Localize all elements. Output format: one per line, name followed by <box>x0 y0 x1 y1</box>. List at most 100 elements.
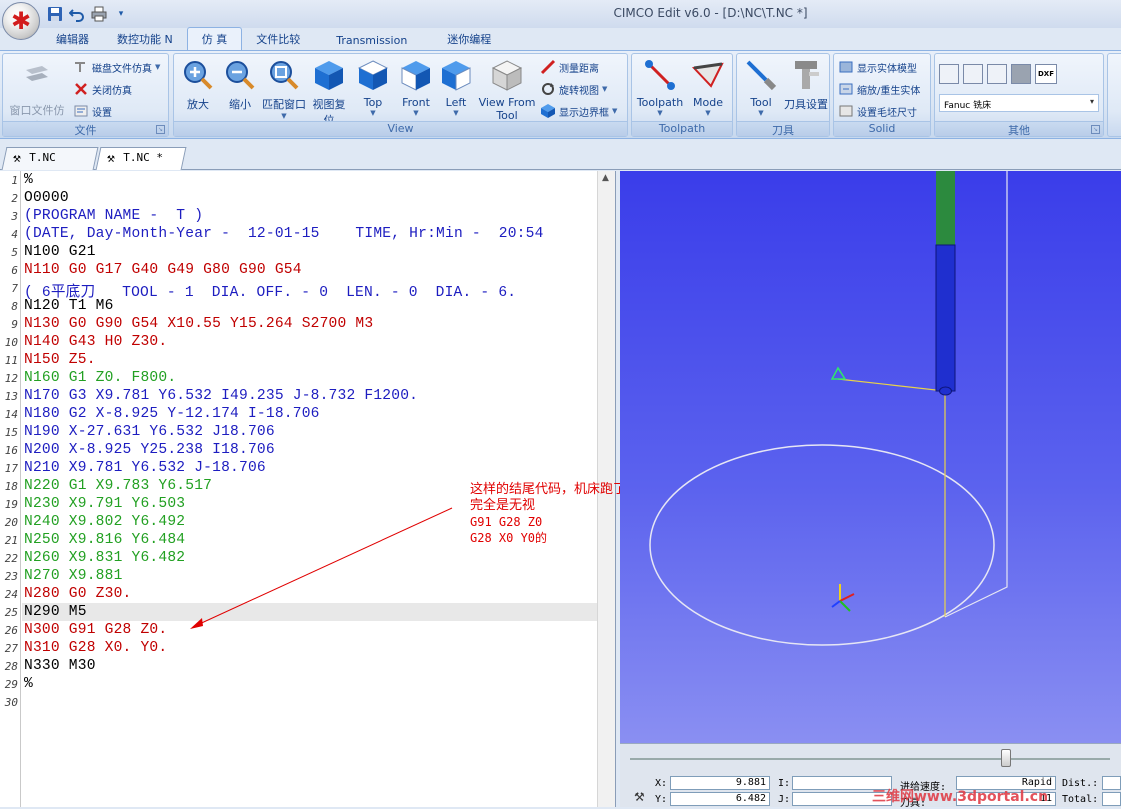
zoom-in-button[interactable]: 放大 <box>178 58 218 112</box>
export-icon[interactable] <box>939 64 959 84</box>
code-line[interactable]: N100 G21 <box>24 244 96 260</box>
view-front-button[interactable]: Front ▼ <box>396 58 436 117</box>
code-line[interactable]: (PROGRAM NAME - T ) <box>24 208 203 224</box>
show-solid-button[interactable]: 显示实体模型 <box>838 58 917 76</box>
code-line[interactable]: (DATE, Day-Month-Year - 12-01-15 TIME, H… <box>24 226 544 242</box>
tab-transmission[interactable]: Transmission <box>314 31 421 50</box>
fit-window-button[interactable]: 匹配窗口 ▼ <box>260 58 308 120</box>
view-top-button[interactable]: Top ▼ <box>354 58 392 117</box>
tool-button[interactable]: Tool ▼ <box>739 58 783 117</box>
dropdown-arrow-icon: ▼ <box>155 63 161 71</box>
tab-file-compare[interactable]: 文件比较 <box>242 28 314 50</box>
code-line[interactable]: N260 X9.831 Y6.482 <box>24 550 185 566</box>
tab-simulation[interactable]: 仿 真 <box>186 27 243 50</box>
code-line[interactable]: N150 Z5. <box>24 352 96 368</box>
stock-icon <box>838 103 854 119</box>
total-field <box>1102 792 1121 806</box>
ribbon-tab-strip: 编辑器 数控功能 N 仿 真 文件比较 Transmission 迷你编程 <box>40 27 505 50</box>
view-left-button[interactable]: Left ▼ <box>438 58 474 117</box>
measure-distance-button[interactable]: 测量距离 <box>540 58 599 76</box>
document-tab-strip: ⚒ T.NC ⚒ T.NC * <box>0 140 1121 170</box>
toolpath-button[interactable]: Toolpath ▼ <box>634 58 686 117</box>
code-line[interactable]: N130 G0 G90 G54 X10.55 Y15.264 S2700 M3 <box>24 316 373 332</box>
code-line[interactable]: N110 G0 G17 G40 G49 G80 G90 G54 <box>24 262 302 278</box>
solid-model-icon <box>838 59 854 75</box>
copy-view-icon[interactable] <box>963 64 983 84</box>
code-line[interactable]: N230 X9.791 Y6.503 <box>24 496 185 512</box>
zoom-regen-button[interactable]: 缩放/重生实体 <box>838 80 920 98</box>
tab-nc-functions[interactable]: 数控功能 N <box>103 28 187 50</box>
code-line[interactable]: % <box>24 172 33 188</box>
ribbon: 窗口文件仿真 磁盘文件仿真▼ 关闭仿真 设置 文件 ↘ 放大 缩小 匹配窗口 <box>0 50 1121 139</box>
line-number: 3 <box>11 210 18 223</box>
line-number: 17 <box>4 462 18 475</box>
code-line[interactable]: N180 G2 X-8.925 Y-12.174 I-18.706 <box>24 406 320 422</box>
tool-holder <box>936 171 955 245</box>
site-watermark: 三维网www.3dportal.cn <box>872 789 1049 805</box>
view-from-tool-button[interactable]: View From Tool <box>476 58 538 122</box>
code-line[interactable]: N270 X9.881 <box>24 568 123 584</box>
code-line[interactable]: N290 M5 <box>24 604 87 620</box>
regen-icon <box>838 81 854 97</box>
code-line[interactable]: N310 G28 X0. Y0. <box>24 640 167 656</box>
disk-file-sim-button[interactable]: 磁盘文件仿真 ▼ <box>73 58 160 76</box>
code-line[interactable]: N240 X9.802 Y6.492 <box>24 514 185 530</box>
close-sim-button[interactable]: 关闭仿真 <box>73 80 132 98</box>
line-number: 24 <box>4 588 18 601</box>
cube-top-icon <box>356 58 390 92</box>
show-bounds-button[interactable]: 显示边界框 ▼ <box>540 102 617 120</box>
scroll-up-icon[interactable]: ▲ <box>602 173 609 183</box>
code-line[interactable]: N220 G1 X9.783 Y6.517 <box>24 478 212 494</box>
code-line[interactable]: O0000 <box>24 190 69 206</box>
dialog-launcher-icon[interactable]: ↘ <box>156 125 165 134</box>
cube-left-icon <box>439 58 473 92</box>
view-reset-button[interactable]: 视图复位 <box>308 58 350 128</box>
dropdown-arrow-icon: ▼ <box>370 109 376 117</box>
code-line[interactable]: N280 G0 Z30. <box>24 586 132 602</box>
code-line[interactable]: % <box>24 676 33 692</box>
rotate-view-button[interactable]: 旋转视图 ▼ <box>540 80 607 98</box>
x-coordinate-field: 9.881 <box>670 776 770 790</box>
dropdown-arrow-icon: ▼ <box>281 112 287 120</box>
code-line[interactable]: N170 G3 X9.781 Y6.532 I49.235 J-8.732 F1… <box>24 388 418 404</box>
mode-button[interactable]: Mode ▼ <box>686 58 730 117</box>
tab-editor[interactable]: 编辑器 <box>42 28 103 50</box>
dropdown-arrow-icon: ▼ <box>657 109 663 117</box>
chevron-down-icon: ▾ <box>1089 97 1094 106</box>
page-icon[interactable] <box>987 64 1007 84</box>
tab-mini-programming[interactable]: 迷你编程 <box>421 28 505 50</box>
code-line[interactable]: N210 X9.781 Y6.532 J-18.706 <box>24 460 266 476</box>
stock-size-button[interactable]: 设置毛坯尺寸 <box>838 102 917 120</box>
group-label-view: View <box>174 121 627 136</box>
code-line[interactable]: N300 G91 G28 Z0. <box>24 622 167 638</box>
code-line[interactable]: N330 M30 <box>24 658 96 674</box>
dialog-launcher-icon[interactable]: ↘ <box>1091 125 1100 134</box>
tool-settings-button[interactable]: 刀具设置 <box>783 58 829 112</box>
ruler-icon <box>540 59 556 75</box>
code-line[interactable]: N160 G1 Z0. F800. <box>24 370 176 386</box>
simulation-3d-view[interactable] <box>620 171 1121 743</box>
toolpath-line <box>837 378 946 617</box>
sim-progress-slider[interactable] <box>1001 749 1011 767</box>
sim-progress-track[interactable] <box>630 758 1110 760</box>
group-other: DXF Fanuc 铣床 ▾ 其他 ↘ <box>934 53 1104 137</box>
line-number: 28 <box>4 660 18 673</box>
line-number: 23 <box>4 570 18 583</box>
disk-sim-icon <box>73 59 89 75</box>
application-menu-button[interactable]: ✱ <box>2 2 40 40</box>
line-number: 14 <box>4 408 18 421</box>
dropdown-arrow-icon: ▼ <box>602 85 608 93</box>
doc-tab-t-nc[interactable]: ⚒ T.NC <box>1 147 99 170</box>
sim-settings-button[interactable]: 设置 <box>73 102 112 120</box>
machine-select[interactable]: Fanuc 铣床 ▾ <box>939 94 1099 112</box>
code-line[interactable]: N140 G43 H0 Z30. <box>24 334 167 350</box>
code-line[interactable]: N120 T1 M6 <box>24 298 114 314</box>
zoom-out-button[interactable]: 缩小 <box>220 58 260 112</box>
code-line[interactable]: N200 X-8.925 Y25.238 I18.706 <box>24 442 275 458</box>
dxf-icon[interactable]: DXF <box>1035 64 1057 84</box>
doc-tab-t-nc-modified[interactable]: ⚒ T.NC * <box>95 147 187 170</box>
line-number: 7 <box>11 282 18 295</box>
grid-icon[interactable] <box>1011 64 1031 84</box>
code-line[interactable]: N190 X-27.631 Y6.532 J18.706 <box>24 424 275 440</box>
code-line[interactable]: N250 X9.816 Y6.484 <box>24 532 185 548</box>
